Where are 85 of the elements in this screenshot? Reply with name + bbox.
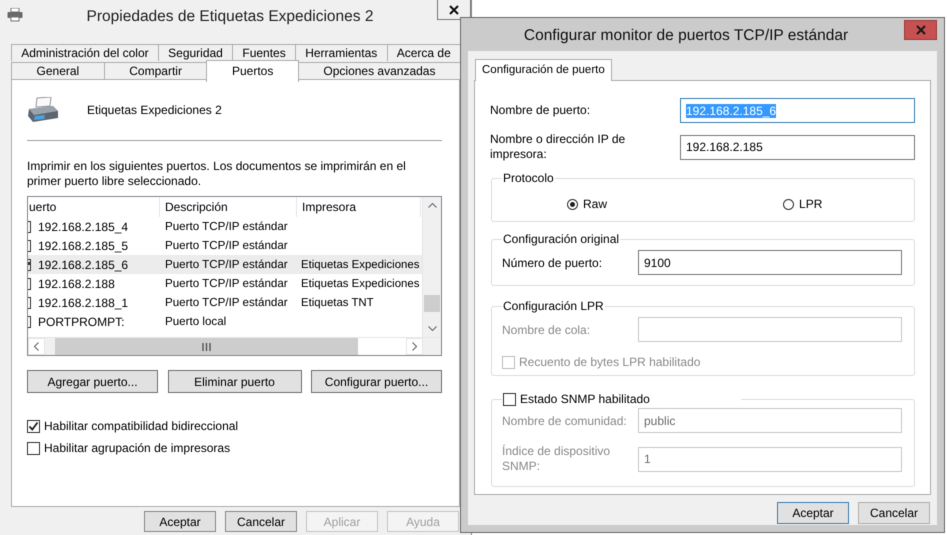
printer-icon (7, 8, 23, 22)
field-label: Nombre de cola: (502, 322, 592, 336)
column-header[interactable]: Impresora (297, 197, 421, 217)
ports-list[interactable] (27, 196, 442, 356)
group-title: Configuración LPR (503, 299, 604, 313)
port-row[interactable]: PORTPROMPT: Puerto local (28, 312, 422, 331)
checkbox[interactable] (28, 278, 31, 290)
tab[interactable]: Administración del color (11, 44, 159, 61)
scroll-right-icon[interactable] (412, 342, 417, 351)
field-label: Número de puerto: (502, 256, 604, 270)
scroll-thumb[interactable] (424, 295, 440, 312)
table-cell-text: Puerto TCP/IP estándar (164, 239, 289, 252)
checkbox[interactable] (28, 258, 31, 270)
checkbox[interactable] (28, 220, 31, 232)
table-cell-text: Puerto TCP/IP estándar (164, 277, 289, 290)
table-cell-text: 192.168.2.185_5 (38, 238, 130, 252)
scroll-down-icon[interactable] (428, 326, 436, 331)
table-cell-text: Puerto TCP/IP estándar (164, 296, 289, 309)
checkbox-label: Estado SNMP habilitado (520, 392, 650, 406)
table-cell-text: Etiquetas Expediciones (300, 258, 420, 270)
radio-label: LPR (799, 197, 822, 211)
close-button[interactable] (437, 0, 471, 20)
radio-button[interactable] (783, 198, 794, 210)
table-cell-text: Puerto TCP/IP estándar (164, 258, 289, 271)
grip-icon (202, 342, 211, 350)
field-label: Índice de dispositivo SNMP: (502, 444, 612, 474)
table-cell-text: 192.168.2.188_1 (38, 296, 130, 310)
port-row[interactable]: 192.168.2.188 Puerto TCP/IP estándar Etiquetas Expediciones (28, 274, 422, 293)
checkbox-label: Habilitar compatibilidad bidireccional (44, 419, 238, 433)
tab[interactable]: Compartir (104, 62, 208, 79)
table-cell-text: 192.168.2.188 (38, 276, 116, 290)
column-header[interactable]: uerto (28, 197, 160, 217)
field-label: Nombre de comunidad: (502, 414, 628, 428)
tab[interactable]: Seguridad (158, 44, 234, 61)
table-cell-text: Etiquetas Expediciones (300, 278, 420, 290)
tab[interactable]: Opciones avanzadas (298, 62, 462, 79)
table-cell-text: 192.168.2.185_6 (38, 258, 130, 272)
checkbox-label: Habilitar agrupación de impresoras (44, 441, 230, 455)
horizontal-scrollbar[interactable] (28, 337, 441, 355)
field-label: Nombre o dirección IP de impresora: (490, 132, 626, 162)
table-cell-text: Puerto local (164, 315, 228, 328)
input-field[interactable]: 192.168.2.185 (680, 134, 915, 160)
group-title: Protocolo (503, 171, 554, 185)
description-text: Imprimir en los siguientes puertos. Los documentos se imprimirán en el primer puerto libre seleccionado. (27, 159, 407, 189)
checkbox[interactable] (28, 316, 31, 328)
input-field[interactable]: 9100 (638, 250, 902, 275)
printer-icon (27, 96, 59, 124)
table-cell-text: Etiquetas TNT (300, 296, 374, 308)
group-title: Configuración original (503, 232, 620, 246)
window-title: Propiedades de Etiquetas Expediciones 2 (86, 8, 374, 26)
table-cell-text: 192.168.2.185_4 (38, 220, 130, 234)
tab[interactable]: Configuración de puerto (475, 59, 612, 81)
port-button[interactable]: Eliminar puerto (168, 370, 302, 393)
input-field[interactable] (638, 317, 902, 342)
printer-name: Etiquetas Expediciones 2 (87, 103, 222, 117)
scroll-left-icon[interactable] (34, 342, 39, 351)
port-row[interactable]: 192.168.2.185_4 Puerto TCP/IP estándar (28, 217, 422, 236)
port-row[interactable]: 192.168.2.185_6 Puerto TCP/IP estándar Etiquetas Expediciones (28, 255, 422, 274)
tab[interactable]: General (11, 62, 105, 79)
port-row[interactable]: 192.168.2.188_1 Puerto TCP/IP estándar Etiquetas TNT (28, 293, 422, 312)
checkbox-label: Recuento de bytes LPR habilitado (519, 355, 700, 369)
checkbox[interactable] (27, 442, 40, 454)
port-button[interactable]: Agregar puerto... (27, 370, 158, 393)
dialog-button[interactable]: Aceptar (144, 511, 216, 532)
dialog-button[interactable]: Cancelar (225, 511, 297, 532)
checkbox[interactable] (28, 296, 31, 308)
port-button[interactable]: Configurar puerto... (311, 370, 442, 393)
tab[interactable]: Puertos (206, 60, 299, 82)
scroll-thumb[interactable] (55, 338, 358, 355)
field-label: Nombre de puerto: (490, 103, 592, 118)
window-title: Configurar monitor de puertos TCP/IP estándar (522, 27, 850, 45)
dialog-button[interactable]: Cancelar (858, 502, 930, 524)
radio-label: Raw (583, 197, 608, 211)
dialog-button[interactable]: Aceptar (777, 502, 849, 524)
radio-button[interactable] (567, 198, 578, 210)
checkbox[interactable] (28, 240, 31, 252)
scroll-up-icon[interactable] (428, 203, 436, 208)
table-cell-text: Puerto TCP/IP estándar (164, 220, 289, 233)
port-row[interactable]: 192.168.2.185_5 Puerto TCP/IP estándar (28, 236, 422, 255)
table-cell-text: PORTPROMPT: (38, 314, 126, 328)
vertical-scrollbar[interactable] (422, 197, 441, 337)
close-icon (916, 25, 926, 35)
close-icon (449, 4, 459, 14)
checkbox[interactable] (27, 420, 40, 432)
column-header[interactable]: Descripción (160, 197, 297, 217)
